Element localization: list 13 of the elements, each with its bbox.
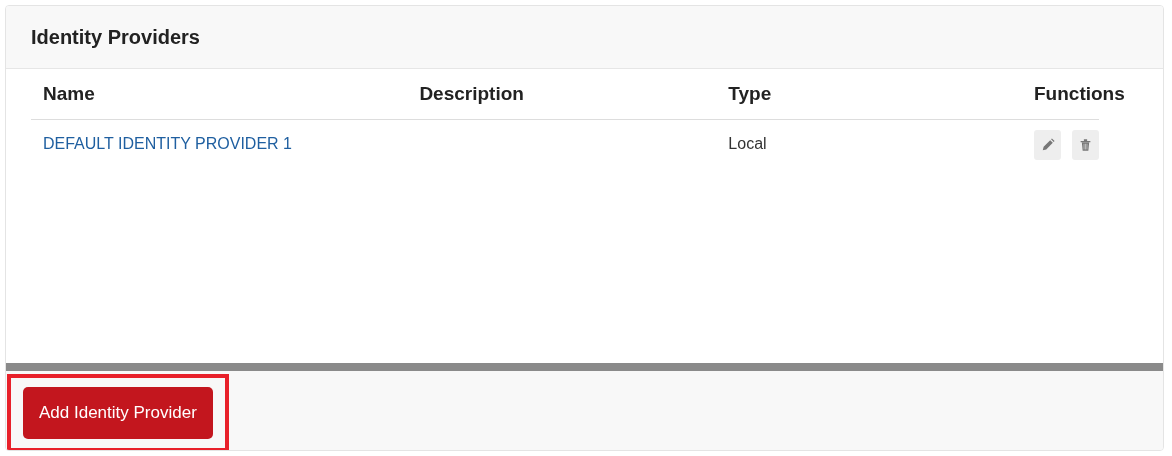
delete-button[interactable]	[1072, 130, 1099, 160]
edit-button[interactable]	[1034, 130, 1061, 160]
trash-icon	[1079, 138, 1092, 152]
add-identity-provider-button[interactable]: Add Identity Provider	[23, 387, 213, 439]
scrollbar[interactable]	[6, 363, 1163, 371]
column-header: Name	[43, 83, 95, 104]
column-header: Functions	[1034, 83, 1125, 104]
column-header: Type	[728, 83, 772, 104]
provider-name-link[interactable]: DEFAULT IDENTITY PROVIDER 1	[43, 135, 292, 152]
column-header: Description	[419, 83, 524, 104]
type-text: Local	[728, 135, 767, 152]
panel-title: Identity Providers	[31, 25, 200, 49]
pencil-icon	[1040, 138, 1055, 152]
